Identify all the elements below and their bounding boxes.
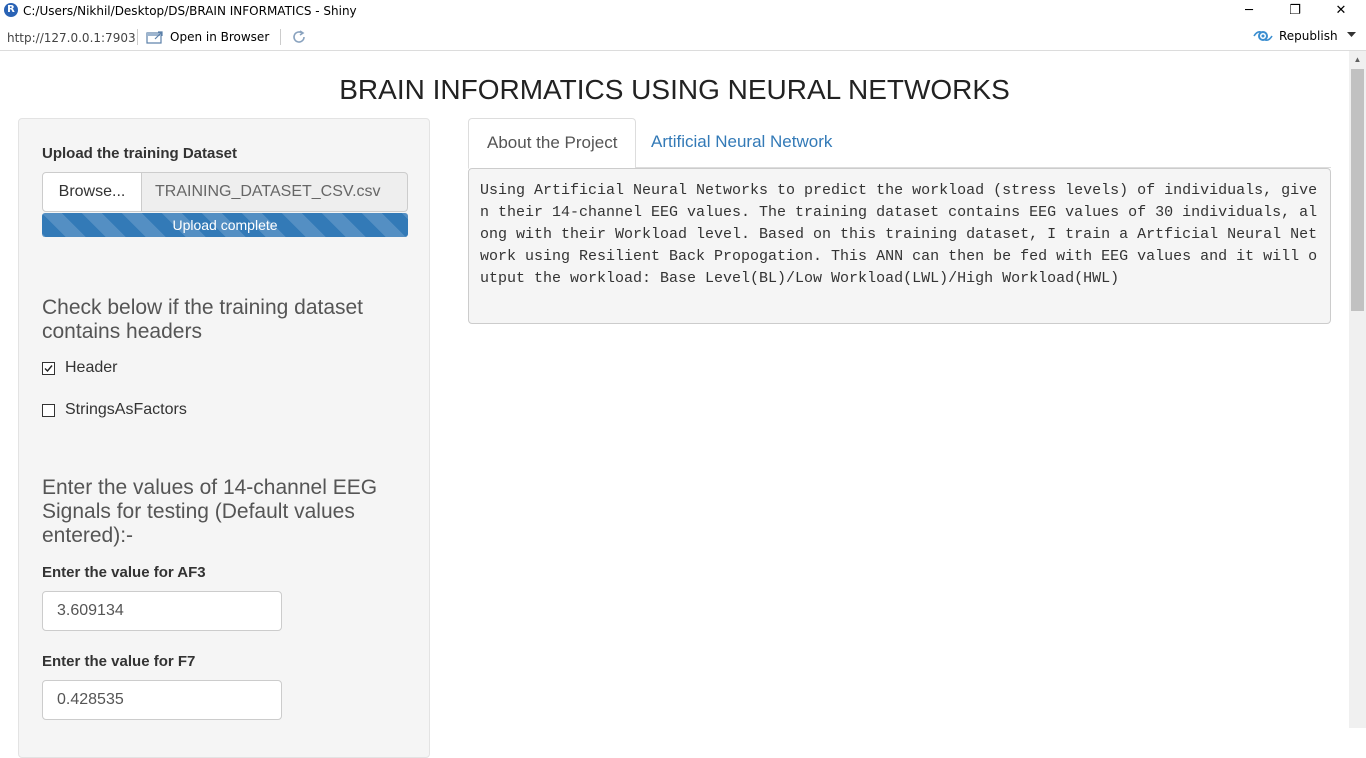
restore-button[interactable]: ❐ <box>1272 0 1318 24</box>
header-checkbox-row[interactable]: Header <box>42 359 117 377</box>
tab-about-the-project[interactable]: About the Project <box>468 118 637 169</box>
tab-bar: About the Project Artificial Neural Netw… <box>468 118 1331 169</box>
headers-heading: Check below if the training dataset cont… <box>42 296 364 343</box>
check-icon <box>44 364 53 372</box>
browse-button[interactable]: Browse... <box>42 172 142 212</box>
chevron-down-icon[interactable] <box>1347 32 1356 38</box>
r-logo-icon: R <box>4 3 18 17</box>
f7-label: Enter the value for F7 <box>42 653 196 670</box>
tab-artificial-neural-network[interactable]: Artificial Neural Network <box>633 118 850 168</box>
strings-as-factors-checkbox-row[interactable]: StringsAsFactors <box>42 401 187 419</box>
window-title: C:/Users/Nikhil/Desktop/DS/BRAIN INFORMA… <box>23 4 357 18</box>
open-in-browser-label: Open in Browser <box>170 30 270 44</box>
af3-label: Enter the value for AF3 <box>42 564 206 581</box>
window-titlebar: R C:/Users/Nikhil/Desktop/DS/BRAIN INFOR… <box>0 0 1366 24</box>
header-checkbox-label: Header <box>65 359 118 376</box>
scroll-up-arrow-icon[interactable]: ▲ <box>1349 51 1366 68</box>
eeg-heading: Enter the values of 14-channel EEG Signa… <box>42 476 378 547</box>
toolbar-divider <box>137 29 138 45</box>
vertical-scrollbar[interactable]: ▲ <box>1349 51 1366 728</box>
upload-progress-bar: Upload complete <box>42 213 408 237</box>
header-checkbox[interactable] <box>42 361 55 375</box>
page-title: BRAIN INFORMATICS USING NEURAL NETWORKS <box>339 74 1010 105</box>
af3-input[interactable]: 3.609134 <box>42 591 282 631</box>
viewer-toolbar: http://127.0.0.1:7903 Open in Browser Re… <box>0 24 1366 51</box>
upload-label: Upload the training Dataset <box>42 145 238 162</box>
strings-as-factors-label: StringsAsFactors <box>65 401 187 418</box>
open-in-browser-button[interactable]: Open in Browser <box>146 28 269 46</box>
toolbar-divider <box>280 29 281 45</box>
refresh-icon[interactable] <box>290 28 308 46</box>
url-display: http://127.0.0.1:7903 <box>7 31 136 45</box>
f7-input[interactable]: 0.428535 <box>42 680 282 720</box>
minimize-button[interactable]: ─ <box>1226 0 1272 24</box>
republish-label: Republish <box>1279 29 1338 43</box>
scrollbar-thumb[interactable] <box>1351 69 1364 311</box>
close-button[interactable]: ✕ <box>1318 0 1364 24</box>
publish-icon <box>1253 31 1273 41</box>
upload-status: Upload complete <box>172 217 278 233</box>
file-upload-group: Browse... TRAINING_DATASET_CSV.csv <box>42 172 408 212</box>
sidebar-panel: Upload the training Dataset Browse... TR… <box>18 118 430 758</box>
strings-as-factors-checkbox[interactable] <box>42 403 55 417</box>
browser-window-icon <box>146 30 163 44</box>
file-name-field: TRAINING_DATASET_CSV.csv <box>142 172 408 212</box>
republish-button[interactable]: Republish <box>1253 29 1338 43</box>
about-text-box: Using Artificial Neural Networks to pred… <box>468 168 1331 324</box>
